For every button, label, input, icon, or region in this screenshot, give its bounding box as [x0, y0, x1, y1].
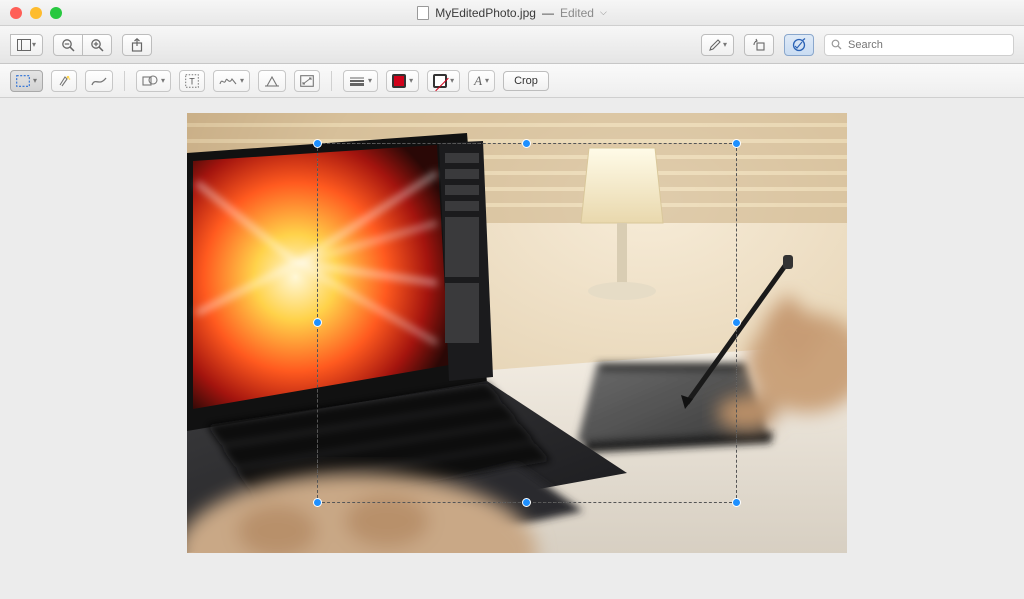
- line-style-tool[interactable]: ▾: [343, 70, 378, 92]
- zoom-in-button[interactable]: [82, 34, 112, 56]
- crop-button[interactable]: Crop: [503, 71, 549, 91]
- crop-handle-ne[interactable]: [732, 139, 741, 148]
- adjust-size-tool[interactable]: [294, 70, 320, 92]
- font-style-tool[interactable]: A ▾: [468, 70, 495, 92]
- border-color-tool[interactable]: ▾: [386, 70, 419, 92]
- crop-handle-se[interactable]: [732, 498, 741, 507]
- share-button[interactable]: [122, 34, 152, 56]
- window-controls: [10, 7, 62, 19]
- rotate-button[interactable]: [744, 34, 774, 56]
- instant-alpha-tool[interactable]: [51, 70, 77, 92]
- canvas-area[interactable]: [0, 98, 1024, 599]
- crop-handle-n[interactable]: [522, 139, 531, 148]
- rectangular-selection-tool[interactable]: ▾: [10, 70, 43, 92]
- sign-tool[interactable]: ▾: [213, 70, 250, 92]
- window-title: MyEditedPhoto.jpg — Edited ⌵: [0, 6, 1024, 20]
- sketch-tool[interactable]: [85, 70, 113, 92]
- toolbar-separator: [331, 71, 332, 91]
- image-container: [187, 113, 847, 553]
- border-color-swatch: [392, 74, 406, 88]
- fill-color-tool[interactable]: ▾: [427, 70, 460, 92]
- title-separator: —: [542, 6, 554, 20]
- crop-handle-w[interactable]: [313, 318, 322, 327]
- crop-handle-sw[interactable]: [313, 498, 322, 507]
- adjust-color-tool[interactable]: [258, 70, 286, 92]
- crop-handle-e[interactable]: [732, 318, 741, 327]
- close-window-button[interactable]: [10, 7, 22, 19]
- markup-toggle-button[interactable]: [784, 34, 814, 56]
- filename-label: MyEditedPhoto.jpg: [435, 6, 536, 20]
- zoom-out-button[interactable]: [53, 34, 83, 56]
- crop-button-label: Crop: [514, 75, 538, 87]
- edit-status-label: Edited: [560, 6, 594, 20]
- title-dropdown-chevron-icon[interactable]: ⌵: [600, 7, 607, 18]
- toolbar-separator: [124, 71, 125, 91]
- main-toolbar: ▾ ▾: [0, 26, 1024, 64]
- search-icon: [831, 39, 842, 50]
- crop-handle-s[interactable]: [522, 498, 531, 507]
- titlebar: MyEditedPhoto.jpg — Edited ⌵: [0, 0, 1024, 26]
- sidebar-view-button[interactable]: ▾: [10, 34, 43, 56]
- search-input[interactable]: [848, 39, 1007, 51]
- crop-selection[interactable]: [317, 143, 737, 503]
- view-controls: ▾: [10, 34, 43, 56]
- zoom-controls: [53, 34, 112, 56]
- preview-window: MyEditedPhoto.jpg — Edited ⌵ ▾ ▾: [0, 0, 1024, 599]
- fullscreen-window-button[interactable]: [50, 7, 62, 19]
- markup-toolbar: ▾ ▾ T ▾ ▾ ▾: [0, 64, 1024, 98]
- annotate-button[interactable]: ▾: [701, 34, 734, 56]
- shapes-tool[interactable]: ▾: [136, 70, 171, 92]
- svg-text:T: T: [189, 76, 195, 86]
- minimize-window-button[interactable]: [30, 7, 42, 19]
- text-tool[interactable]: T: [179, 70, 205, 92]
- document-icon: [417, 6, 429, 20]
- search-field[interactable]: [824, 34, 1014, 56]
- crop-handle-nw[interactable]: [313, 139, 322, 148]
- fill-color-swatch: [433, 74, 447, 88]
